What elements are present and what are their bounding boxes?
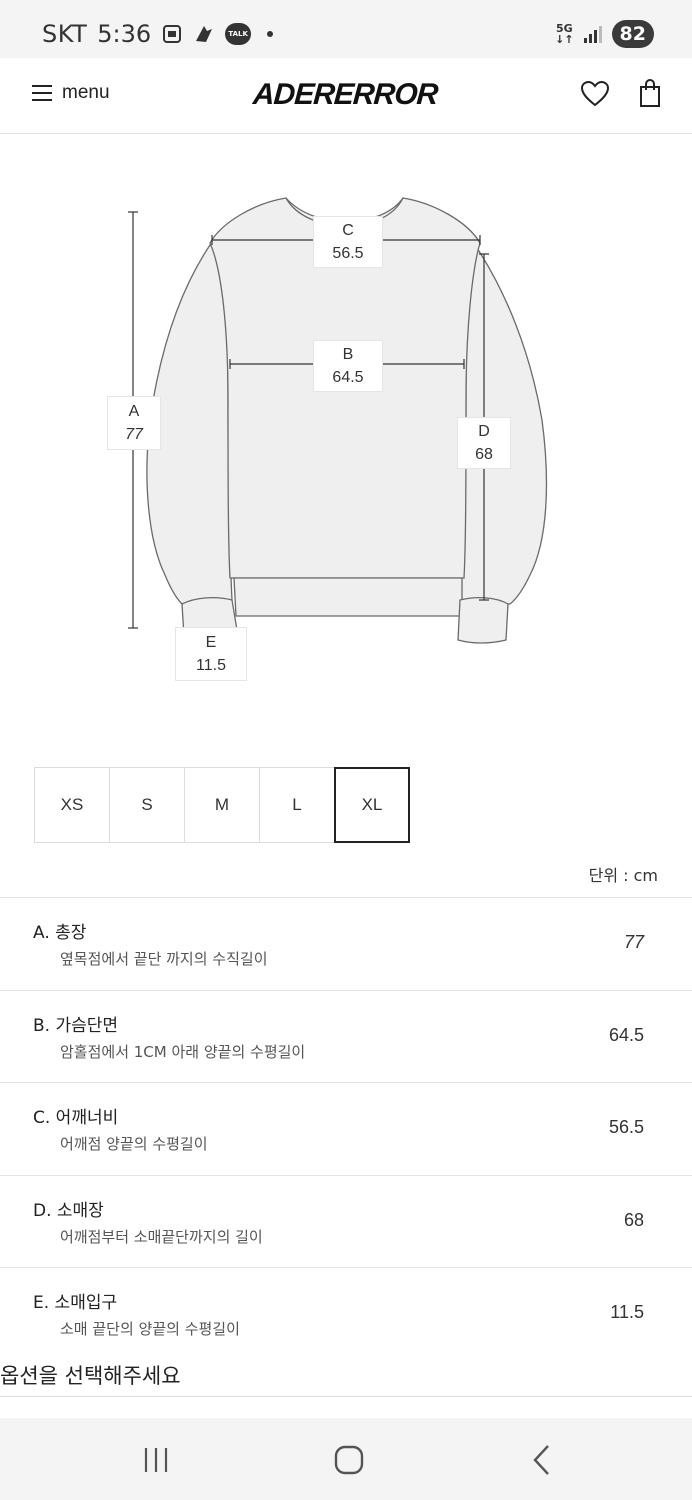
menu-label: menu <box>62 82 110 103</box>
measurement-value: 77 <box>623 932 644 952</box>
measurement-row: A. 총장 옆목점에서 끝단 까지의 수직길이 77 <box>0 897 692 990</box>
measurement-value: 56.5 <box>608 1117 644 1137</box>
screenshot-icon <box>163 25 182 43</box>
heart-icon[interactable] <box>580 80 610 108</box>
measurement-table: A. 총장 옆목점에서 끝단 까지의 수직길이 77 B. 가슴단면 암홀점에서… <box>0 897 692 1360</box>
unit-label: 단위 : cm <box>588 866 658 885</box>
measure-label-a: A 77 <box>107 396 161 450</box>
measure-label-b: B 64.5 <box>313 340 383 392</box>
size-option-s[interactable]: S <box>109 767 185 843</box>
app-notification-icon <box>196 26 213 42</box>
carrier-label: SKT <box>42 20 88 48</box>
status-left: SKT 5:36 TALK <box>42 20 274 48</box>
size-diagram: A 77 C 56.5 B 64.5 D 68 E 11.5 <box>0 134 692 734</box>
network-5g-icon: 5G ↓↑ <box>555 22 574 46</box>
signal-icon <box>583 26 602 43</box>
measurement-title: A. 총장 <box>33 923 87 943</box>
measurement-title: D. 소매장 <box>33 1200 104 1221</box>
measurement-row: D. 소매장 어깨점부터 소매끝단까지의 길이 68 <box>0 1174 692 1268</box>
measurement-description: 암홀점에서 1CM 아래 양끝의 수평길이 <box>60 1042 306 1061</box>
status-bar: SKT 5:36 TALK 5G ↓↑ 82 <box>0 0 692 58</box>
shopping-bag-icon[interactable] <box>638 78 662 108</box>
measurement-row: E. 소매입구 소매 끝단의 양끝의 수평길이 11.5 <box>0 1267 692 1360</box>
kakaotalk-icon: TALK <box>225 23 252 45</box>
measure-label-e: E 11.5 <box>175 627 247 681</box>
hamburger-icon <box>32 85 52 101</box>
measurement-row: C. 어깨너비 어깨점 양끝의 수평길이 56.5 <box>0 1082 692 1175</box>
measurement-title: B. 가슴단면 <box>33 1015 119 1036</box>
brand-logo[interactable]: ADERERROR <box>252 78 439 112</box>
measurement-value: 11.5 <box>610 1302 644 1322</box>
clock: 5:36 <box>97 20 152 48</box>
battery-indicator: 82 <box>611 20 654 48</box>
measurement-row: B. 가슴단면 암홀점에서 1CM 아래 양끝의 수평길이 64.5 <box>0 989 692 1083</box>
measurement-value: 64.5 <box>608 1024 644 1045</box>
menu-button[interactable]: menu <box>32 82 110 104</box>
size-option-m[interactable]: M <box>184 767 260 843</box>
option-select-prompt[interactable]: 옵션을 선택해주세요 <box>0 1360 181 1390</box>
home-icon[interactable] <box>327 1438 371 1482</box>
status-right: 5G ↓↑ 82 <box>555 20 654 48</box>
size-option-xl[interactable]: XL <box>334 767 410 843</box>
back-icon[interactable] <box>520 1438 564 1482</box>
measure-label-d: D 68 <box>457 417 511 469</box>
more-notifications-dot <box>267 31 274 37</box>
site-header: menu ADERERROR <box>0 58 692 134</box>
measurement-title: E. 소매입구 <box>33 1293 118 1313</box>
size-option-xs[interactable]: XS <box>34 767 110 843</box>
measurement-description: 어깨점부터 소매끝단까지의 길이 <box>60 1227 263 1246</box>
measurement-description: 소매 끝단의 양끝의 수평길이 <box>60 1320 240 1338</box>
measurement-value: 68 <box>623 1209 644 1230</box>
measurement-description: 옆목점에서 끝단 까지의 수직길이 <box>60 950 268 968</box>
recent-apps-icon[interactable] <box>134 1438 178 1482</box>
divider <box>0 1396 692 1397</box>
system-nav-bar <box>0 1418 692 1500</box>
measurement-title: C. 어깨너비 <box>33 1108 119 1128</box>
measurement-description: 어깨점 양끝의 수평길이 <box>60 1135 208 1153</box>
size-option-l[interactable]: L <box>259 767 335 843</box>
measure-label-c: C 56.5 <box>313 216 383 268</box>
size-selector: XS S M L XL <box>34 767 410 843</box>
